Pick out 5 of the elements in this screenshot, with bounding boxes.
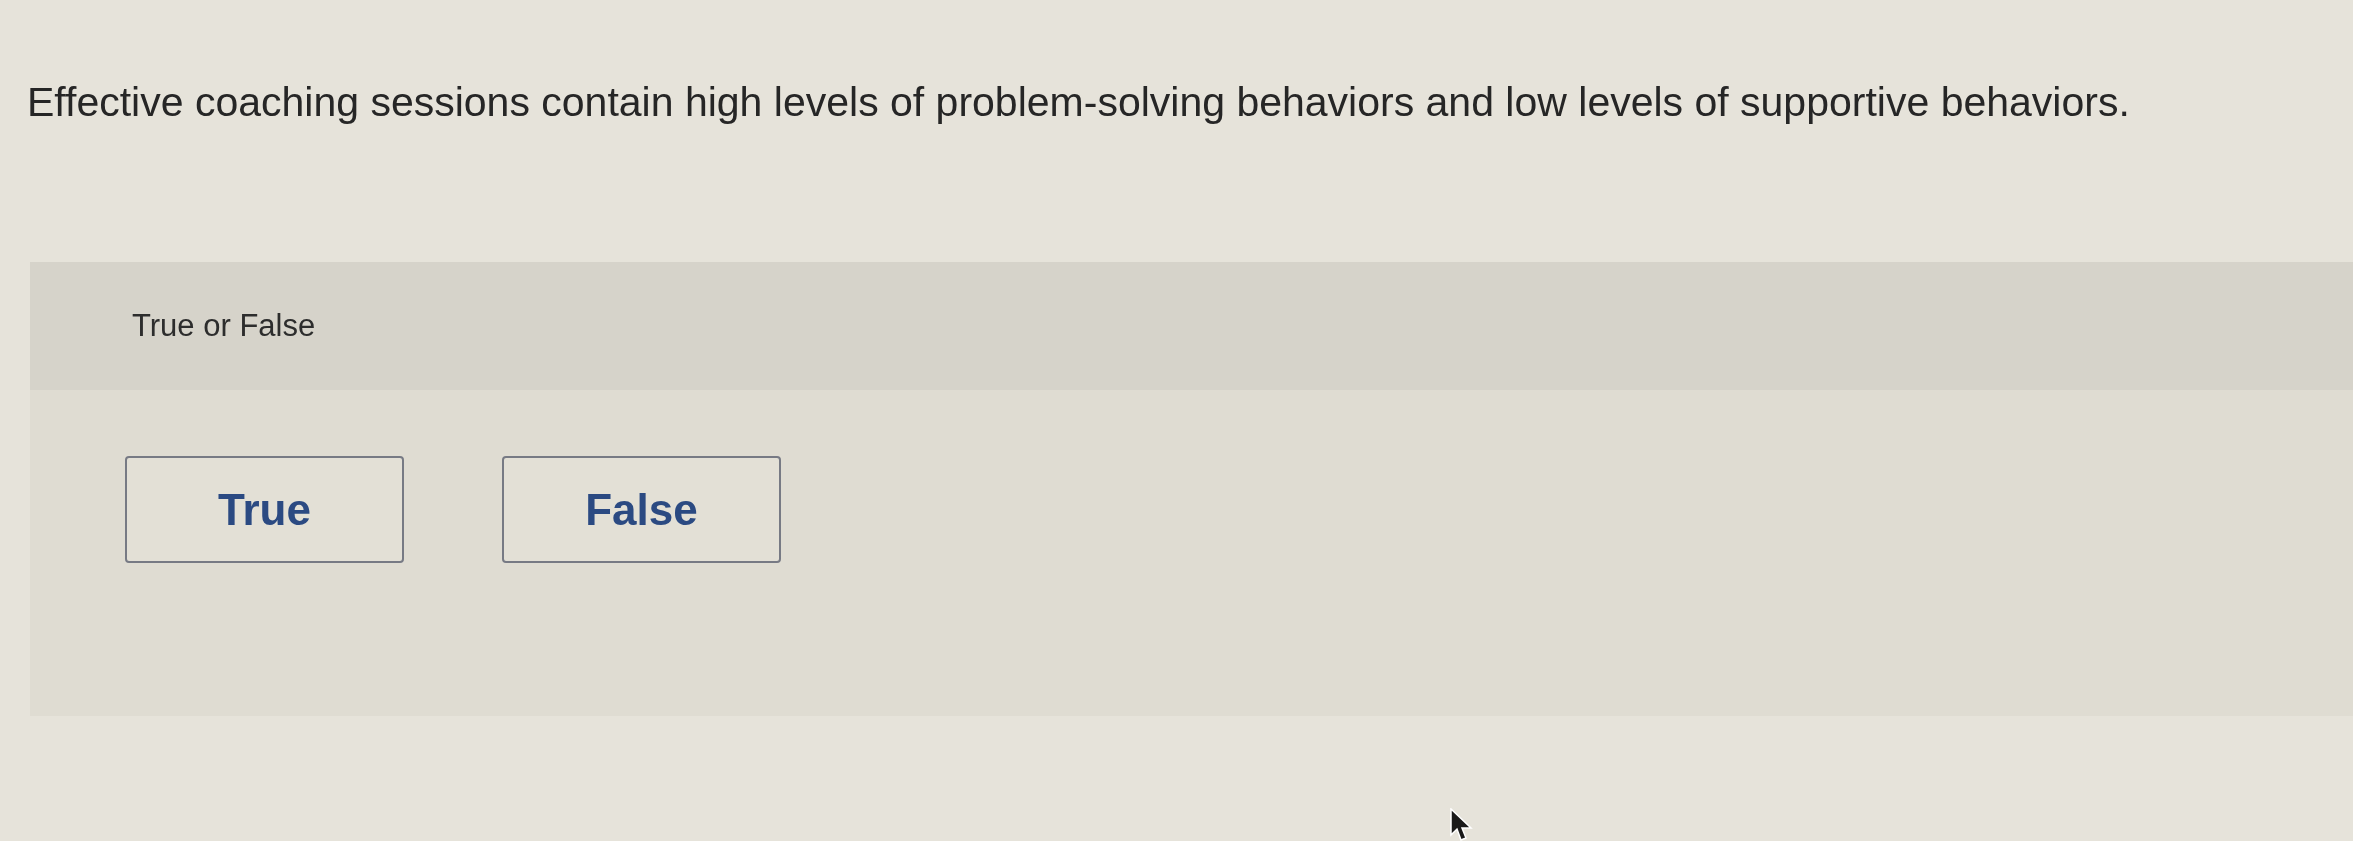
- answer-type-label: True or False: [132, 306, 316, 345]
- cursor-icon: [1450, 808, 1474, 841]
- question-text: Effective coaching sessions contain high levels of problem-solving behaviors and low levels of supportive behaviors.: [27, 78, 2130, 126]
- answer-option-button[interactable]: True: [125, 456, 404, 563]
- answer-option-button[interactable]: False: [502, 456, 781, 563]
